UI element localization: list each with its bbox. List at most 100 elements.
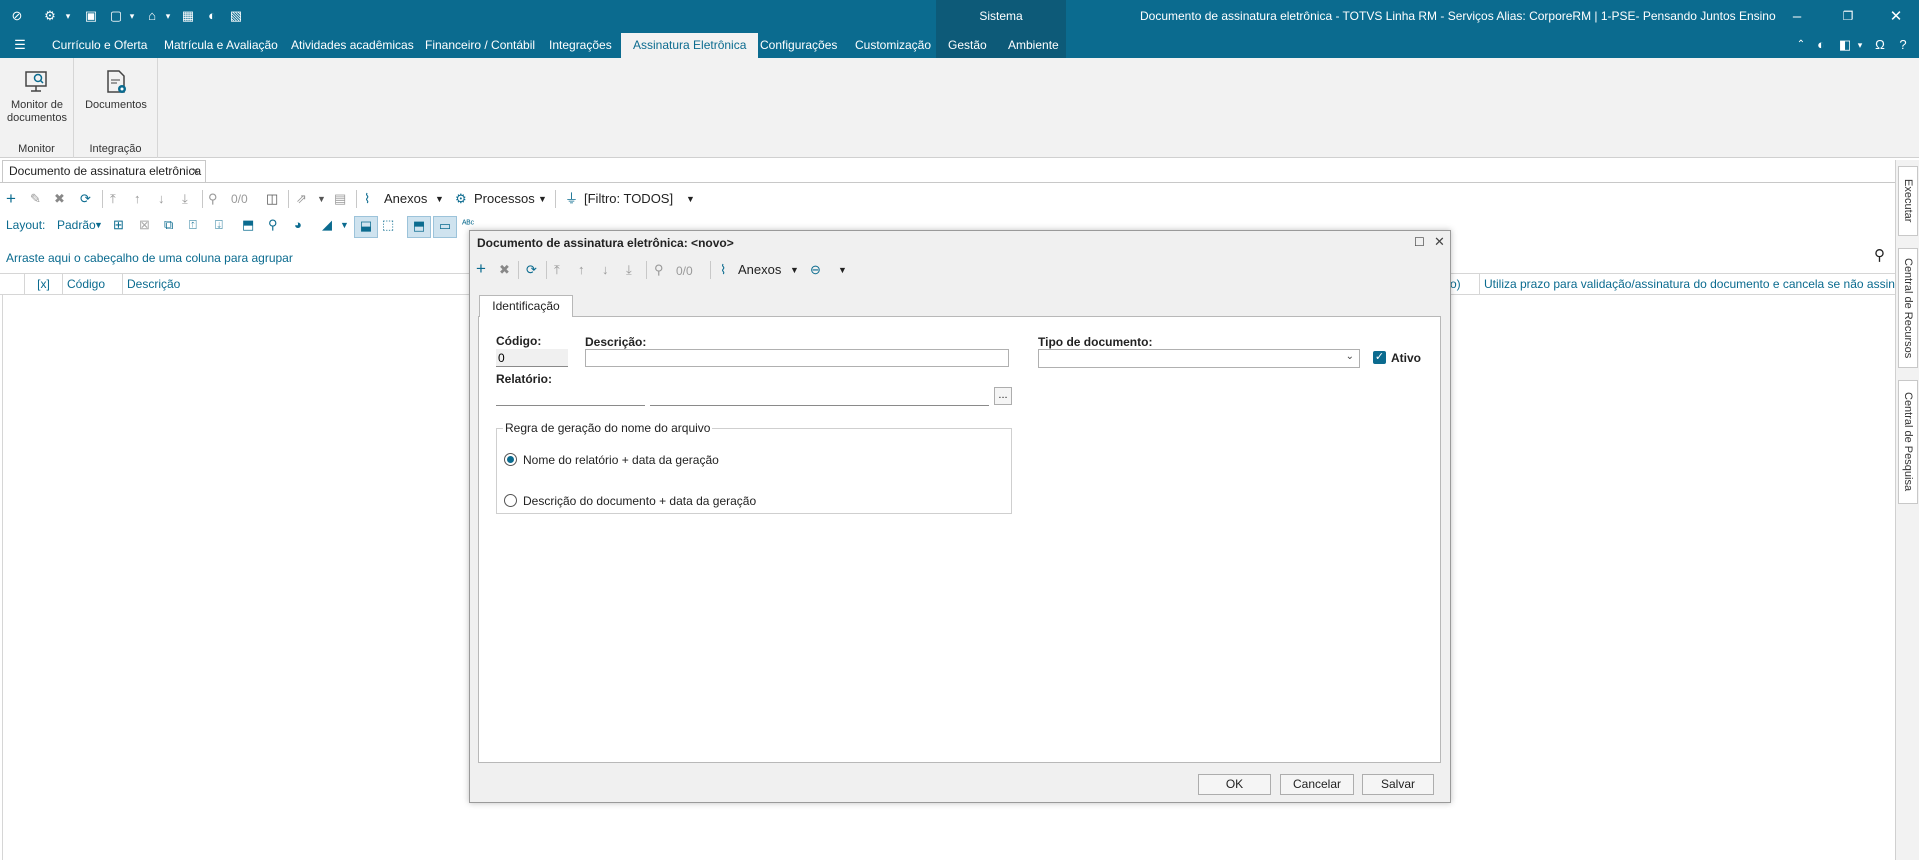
attachment-icon[interactable]: ⌇ — [720, 261, 726, 279]
group-hint[interactable]: Arraste aqui o cabeçalho de uma coluna p… — [6, 251, 293, 265]
descricao-field[interactable] — [585, 349, 1009, 367]
relatorio-name-field[interactable] — [650, 388, 989, 406]
last-record-icon[interactable]: ⤓ — [182, 190, 188, 208]
layout-selector[interactable]: Padrão — [57, 216, 96, 234]
org-icon[interactable]: ⚙ — [42, 8, 58, 24]
column-codigo[interactable]: Código — [62, 274, 122, 295]
close-icon[interactable]: ✕ — [1434, 234, 1445, 250]
headset-icon[interactable]: Ω — [1872, 37, 1888, 53]
filter-selector[interactable]: [Filtro: TODOS] — [584, 190, 673, 208]
anexos-menu[interactable]: Anexos — [384, 190, 427, 208]
tab-identificacao[interactable]: Identificação — [479, 295, 573, 317]
chevron-down-icon[interactable]: ▾ — [160, 8, 176, 24]
columns-icon[interactable]: ◫ — [266, 190, 278, 208]
chevron-down-icon[interactable]: ▼ — [790, 261, 799, 279]
previous-record-icon[interactable]: ↑ — [578, 261, 585, 279]
minimize-icon[interactable]: – — [1775, 0, 1819, 33]
collapse-icon[interactable]: ⊠ — [139, 216, 150, 234]
menu-assinatura[interactable]: Assinatura Eletrônica — [621, 33, 759, 58]
ativo-checkbox[interactable]: ✓ — [1373, 351, 1386, 364]
refresh-icon[interactable]: ⟳ — [526, 261, 537, 279]
globe-icon[interactable]: ◐ — [204, 8, 220, 24]
globe-icon[interactable]: ◐ — [1813, 37, 1829, 53]
export-icon[interactable]: ⇗ — [296, 190, 307, 208]
chart-icon[interactable]: ◢ — [322, 216, 332, 234]
column-select[interactable]: [x] — [24, 274, 62, 295]
search-icon[interactable]: ⚲ — [654, 261, 664, 279]
menu-atividades[interactable]: Atividades acadêmicas — [279, 33, 426, 58]
collapse-ribbon-icon[interactable]: ⌃ — [1793, 37, 1809, 53]
view-split-icon[interactable]: ⬚ — [382, 216, 394, 234]
chevron-down-icon[interactable]: ▼ — [686, 190, 695, 208]
column-descricao[interactable]: Descrição — [122, 274, 472, 295]
cancel-button[interactable]: Cancelar — [1280, 774, 1354, 795]
view-bottom-icon[interactable]: ⬓ — [354, 216, 378, 238]
menu-gestao[interactable]: Gestão — [936, 33, 999, 58]
layout-icon[interactable]: ◧ — [1837, 37, 1853, 53]
gear-icon[interactable]: ⚙ — [455, 190, 467, 208]
delete-icon[interactable]: ✖ — [54, 190, 65, 208]
monitor-documents-button[interactable]: Monitor de documentos — [2, 68, 72, 125]
chevron-down-icon[interactable]: ▾ — [124, 8, 140, 24]
ok-button[interactable]: OK — [1198, 774, 1271, 795]
chevron-down-icon[interactable]: ▾ — [1852, 37, 1868, 53]
codigo-field[interactable] — [496, 349, 568, 367]
last-record-icon[interactable]: ⤓ — [626, 261, 632, 279]
move-down-icon[interactable]: ⍗ — [215, 216, 223, 234]
close-tab-icon[interactable]: × — [192, 161, 199, 182]
attachment-icon[interactable]: ⌇ — [364, 190, 370, 208]
first-record-icon[interactable]: ⤒ — [554, 261, 560, 279]
next-record-icon[interactable]: ↓ — [602, 261, 609, 279]
image-icon[interactable]: ▧ — [228, 8, 244, 24]
menu-ambiente[interactable]: Ambiente — [996, 33, 1071, 58]
pin-icon[interactable]: ⚲ — [268, 216, 278, 234]
close-icon[interactable]: ✕ — [1874, 0, 1918, 33]
tipo-documento-select[interactable]: ⌄ — [1038, 349, 1360, 368]
chevron-down-icon[interactable]: ▼ — [94, 216, 103, 234]
report-icon[interactable]: ▤ — [334, 190, 346, 208]
move-up-icon[interactable]: ⍐ — [189, 216, 197, 234]
radio-descricao-documento[interactable] — [504, 494, 517, 507]
monitor-icon[interactable]: ▣ — [83, 8, 99, 24]
documents-button[interactable]: Documentos — [78, 68, 154, 111]
grid-view-icon[interactable]: ⧉ — [164, 216, 173, 234]
chevron-down-icon[interactable]: ▼ — [538, 190, 547, 208]
search-icon[interactable]: ⚲ — [1874, 246, 1885, 264]
radio-descricao-documento-label[interactable]: Descrição do documento + data da geração — [523, 494, 756, 508]
restore-icon[interactable]: ❐ — [1826, 0, 1870, 33]
hamburger-menu-icon[interactable]: ☰ — [12, 37, 28, 53]
previous-record-icon[interactable]: ↑ — [134, 190, 141, 208]
side-tab-central-recursos[interactable]: Central de Recursos — [1898, 248, 1918, 368]
menu-configuracoes[interactable]: Configurações — [748, 33, 849, 58]
radio-nome-relatorio-label[interactable]: Nome do relatório + data da geração — [523, 453, 719, 467]
first-record-icon[interactable]: ⤒ — [110, 190, 116, 208]
edit-icon[interactable]: ✎ — [30, 190, 41, 208]
column-utiliza-prazo[interactable]: Utiliza prazo para validação/assinatura … — [1479, 274, 1895, 295]
search-icon[interactable]: ⚲ — [208, 190, 218, 208]
chevron-down-icon[interactable]: ▼ — [317, 190, 326, 208]
anexos-menu[interactable]: Anexos — [738, 261, 781, 279]
document-tab[interactable]: Documento de assinatura eletrônica × — [2, 160, 206, 182]
browse-relatorio-button[interactable]: ... — [994, 387, 1012, 405]
menu-curriculo[interactable]: Currículo e Oferta — [40, 33, 159, 58]
save-button[interactable]: Salvar — [1362, 774, 1434, 795]
paint-icon[interactable]: ⬒ — [242, 216, 254, 234]
menu-customizacao[interactable]: Customização — [843, 33, 943, 58]
window-icon[interactable]: ▢ — [108, 8, 124, 24]
home-icon[interactable]: ⌂ — [144, 8, 160, 24]
menu-matricula[interactable]: Matrícula e Avaliação — [152, 33, 290, 58]
shapes-icon[interactable]: ◕ — [294, 216, 302, 234]
view-full-icon[interactable]: ▭ — [433, 216, 457, 238]
calculator-icon[interactable]: ▦ — [180, 8, 196, 24]
side-tab-central-pesquisa[interactable]: Central de Pesquisa — [1898, 380, 1918, 504]
menu-financeiro[interactable]: Financeiro / Contábil — [413, 33, 547, 58]
help-icon[interactable]: ? — [1895, 37, 1911, 53]
next-record-icon[interactable]: ↓ — [158, 190, 165, 208]
radio-nome-relatorio[interactable] — [504, 453, 517, 466]
expand-icon[interactable]: ⊞ — [113, 216, 124, 234]
app-logo-icon[interactable]: ⊘ — [9, 8, 25, 24]
menu-integracoes[interactable]: Integrações — [537, 33, 624, 58]
system-label[interactable]: Sistema — [936, 0, 1066, 33]
processos-menu[interactable]: Processos — [474, 190, 535, 208]
add-icon[interactable]: + — [6, 190, 16, 208]
